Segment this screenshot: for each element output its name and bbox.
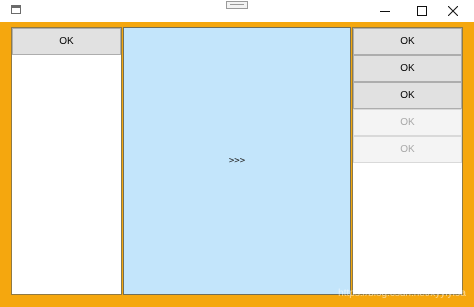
- right-panel: OK OK OK OK OK: [352, 27, 463, 295]
- minimize-icon: [380, 10, 390, 12]
- left-panel: OK: [11, 27, 122, 295]
- app-window-icon[interactable]: [11, 5, 21, 14]
- app-window: OK >>> OK OK OK OK OK https://blog.csdn.…: [0, 0, 474, 307]
- close-button[interactable]: [438, 0, 468, 21]
- center-arrows-label: >>>: [228, 156, 246, 166]
- watermark: https://blog.csdn.net/xyyiyi9a: [338, 288, 466, 299]
- title-bar[interactable]: [0, 0, 474, 21]
- maximize-button[interactable]: [407, 0, 437, 21]
- center-panel: >>>: [123, 27, 351, 295]
- minimize-button[interactable]: [370, 0, 400, 21]
- right-ok-button-3[interactable]: OK: [353, 82, 462, 109]
- right-ok-button-1[interactable]: OK: [353, 28, 462, 55]
- right-ok-button-2[interactable]: OK: [353, 55, 462, 82]
- close-icon: [448, 5, 458, 16]
- right-ok-button-5-disabled: OK: [353, 136, 462, 163]
- title-placeholder-icon: [226, 1, 248, 9]
- left-ok-button[interactable]: OK: [12, 28, 121, 55]
- maximize-icon: [417, 5, 427, 16]
- right-ok-button-4-disabled: OK: [353, 109, 462, 136]
